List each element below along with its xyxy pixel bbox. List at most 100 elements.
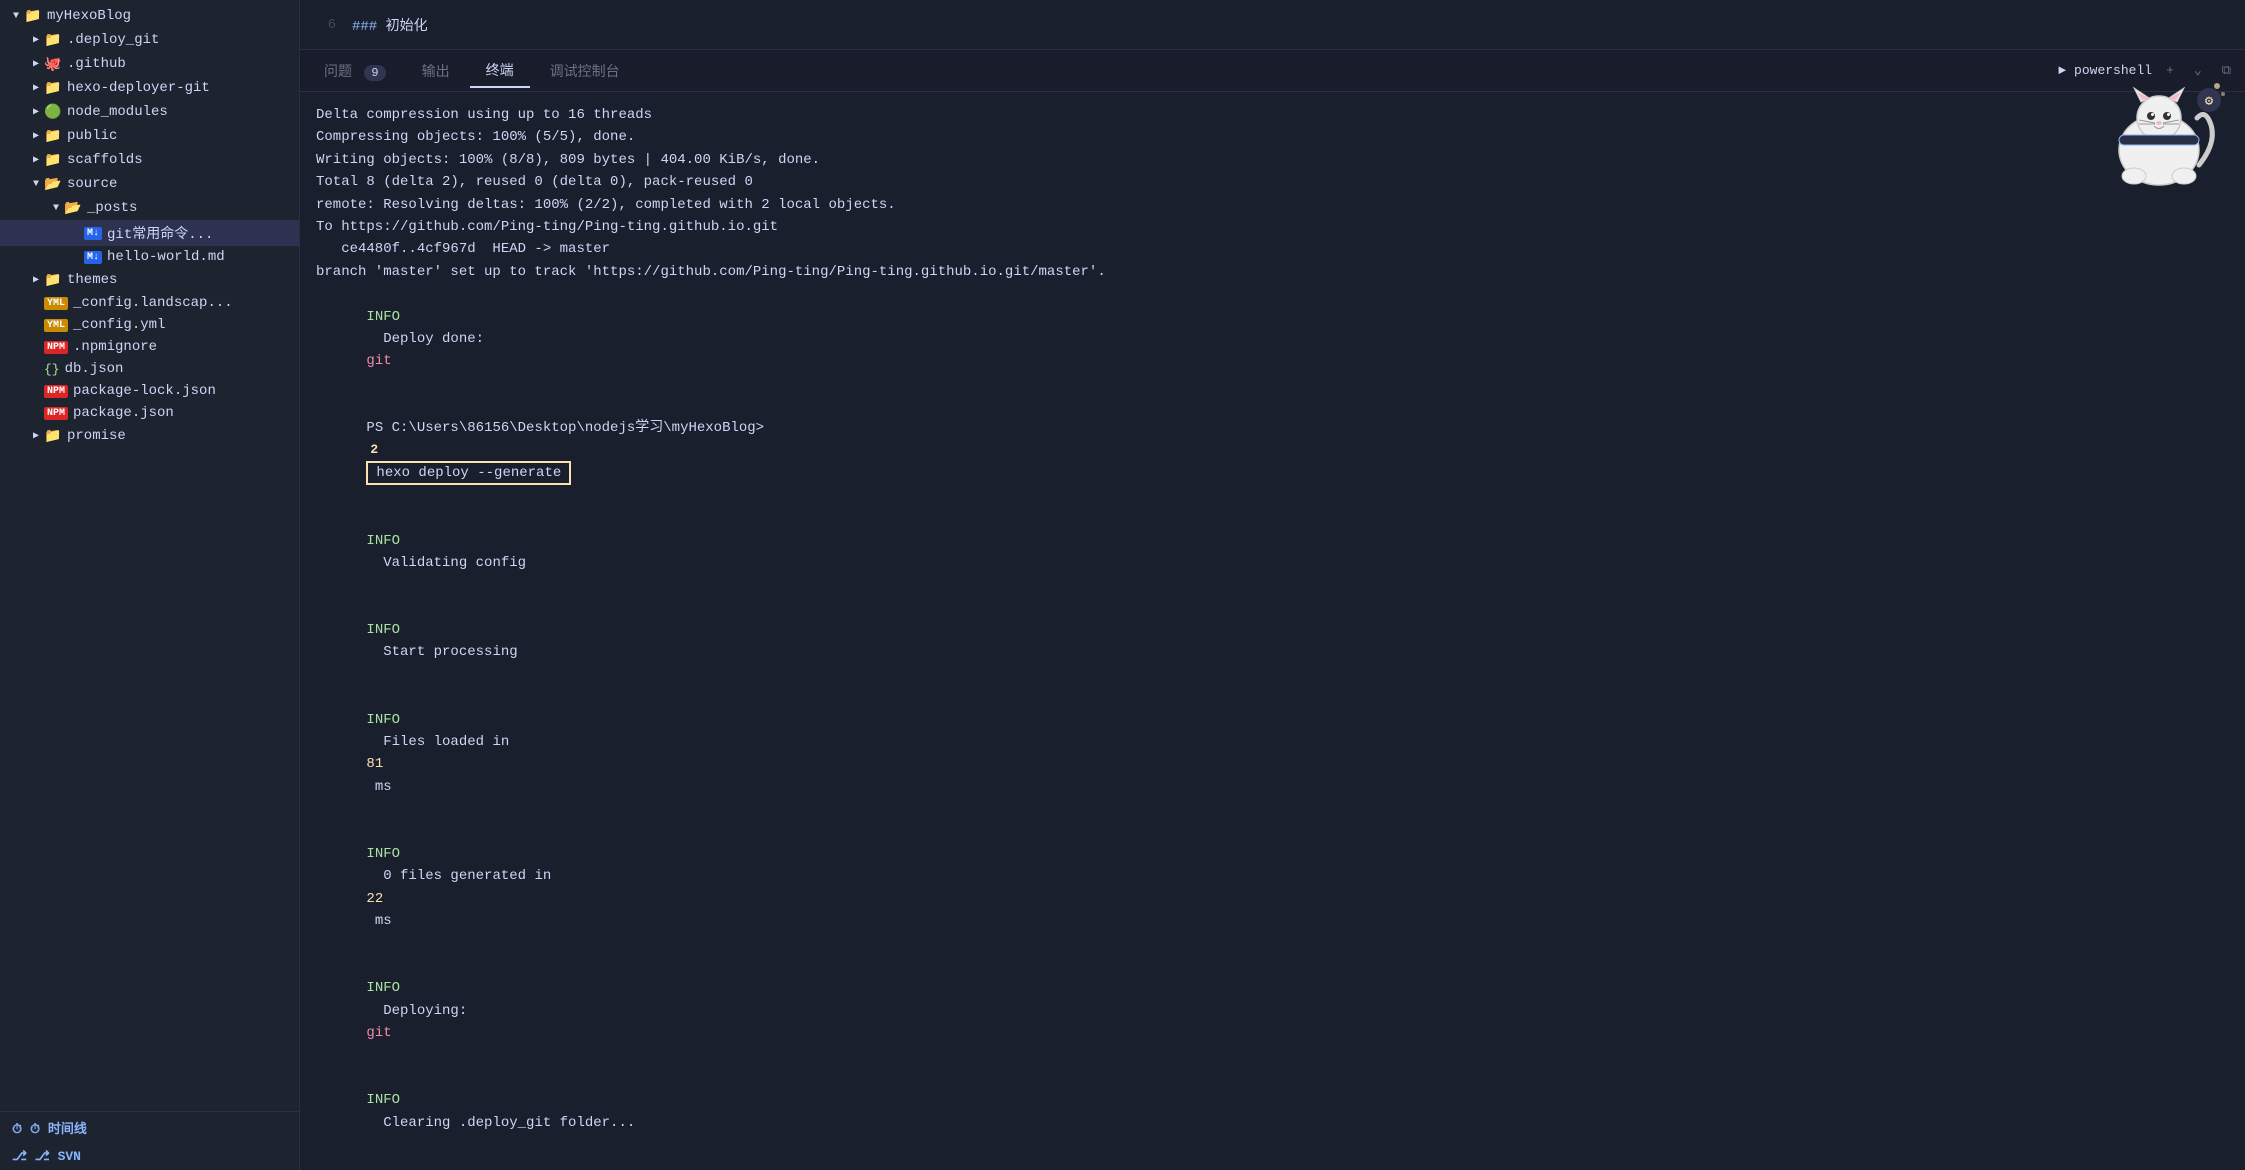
- chevron-right-icon: [28, 80, 44, 96]
- folder-icon: 🐙: [44, 55, 62, 73]
- terminal-dropdown-button[interactable]: ⌄: [2188, 61, 2208, 80]
- tab-debug-console[interactable]: 调试控制台: [534, 55, 636, 87]
- db-json-label: db.json: [65, 361, 124, 377]
- sidebar-item-config-yml[interactable]: YML _config.yml: [0, 314, 299, 336]
- chevron-down-icon: [8, 8, 24, 24]
- terminal-line-13: INFO Files loaded in 81 ms: [316, 686, 2229, 820]
- scaffolds-label: scaffolds: [67, 152, 143, 168]
- terminal-line-17: INFO Copying files from public folder...: [316, 1156, 2229, 1170]
- hello-world-label: hello-world.md: [107, 249, 225, 265]
- public-label: public: [67, 128, 117, 144]
- sidebar-item-deploy-git[interactable]: 📁 .deploy_git: [0, 28, 299, 52]
- npm-file-icon: NPM: [44, 407, 68, 420]
- sidebar-item-db-json[interactable]: {} db.json: [0, 358, 299, 380]
- terminal-output[interactable]: Delta compression using up to 16 threads…: [300, 92, 2245, 1170]
- sidebar-item-hello-world[interactable]: M↓ hello-world.md: [0, 246, 299, 268]
- terminal-shell-label: powershell: [2074, 63, 2152, 78]
- sidebar-item-package-lock[interactable]: NPM package-lock.json: [0, 380, 299, 402]
- config-landscap-label: _config.landscap...: [73, 295, 233, 311]
- chevron-right-icon: [28, 152, 44, 168]
- tab-output[interactable]: 输出: [406, 55, 466, 87]
- add-terminal-button[interactable]: +: [2160, 61, 2180, 80]
- sidebar-item-promise[interactable]: 📁 promise: [0, 424, 299, 448]
- ps-prompt-1: PS C:\Users\86156\Desktop\nodejs学习\myHex…: [366, 420, 764, 436]
- editor-line-content: ### 初始化: [352, 15, 428, 35]
- sidebar-item-node-modules[interactable]: 🟢 node_modules: [0, 100, 299, 124]
- json-braces-icon: {}: [44, 362, 60, 377]
- main-panel: 6 ### 初始化 问题 9 输出 终端 调试控制台 ► powershell …: [300, 0, 2245, 1170]
- folder-icon: 📁: [44, 31, 62, 49]
- github-label: .github: [67, 56, 126, 72]
- sidebar-item-scaffolds[interactable]: 📁 scaffolds: [0, 148, 299, 172]
- package-json-label: package.json: [73, 405, 174, 421]
- terminal-line-2: Compressing objects: 100% (5/5), done.: [316, 126, 2229, 148]
- sidebar-item-hexo-deployer[interactable]: 📁 hexo-deployer-git: [0, 76, 299, 100]
- terminal-line-10: PS C:\Users\86156\Desktop\nodejs学习\myHex…: [316, 395, 2229, 507]
- md-file-icon: M↓: [84, 227, 102, 240]
- themes-label: themes: [67, 272, 117, 288]
- sidebar-item-git-commands[interactable]: M↓ git常用命令...: [0, 220, 299, 246]
- terminal-line-11: INFO Validating config: [316, 507, 2229, 597]
- chevron-right-icon: [28, 272, 44, 288]
- folder-icon: 📁: [24, 7, 42, 25]
- node-modules-label: node_modules: [67, 104, 168, 120]
- md-file-icon: M↓: [84, 251, 102, 264]
- sidebar-root-folder[interactable]: 📁 myHexoBlog: [0, 4, 299, 28]
- sidebar-item-posts[interactable]: 📂 _posts: [0, 196, 299, 220]
- tab-terminal[interactable]: 终端: [470, 54, 530, 88]
- deploy-git-label: .deploy_git: [67, 32, 159, 48]
- folder-icon: 📂: [64, 199, 82, 217]
- chevron-right-icon: [28, 104, 44, 120]
- sidebar-item-github[interactable]: 🐙 .github: [0, 52, 299, 76]
- folder-icon: 📁: [44, 427, 62, 445]
- editor-line-number: 6: [316, 17, 336, 33]
- chevron-right-icon: [28, 32, 44, 48]
- split-terminal-button[interactable]: ⧉: [2216, 61, 2237, 80]
- folder-icon: 📁: [44, 271, 62, 289]
- sidebar-item-config-landscap[interactable]: YML _config.landscap...: [0, 292, 299, 314]
- posts-label: _posts: [87, 200, 137, 216]
- editor-heading-marker: ###: [352, 19, 377, 35]
- sidebar-item-package-json[interactable]: NPM package.json: [0, 402, 299, 424]
- package-lock-label: package-lock.json: [73, 383, 216, 399]
- sidebar-item-source[interactable]: 📂 source: [0, 172, 299, 196]
- sidebar-item-themes[interactable]: 📁 themes: [0, 268, 299, 292]
- sidebar-item-npmignore[interactable]: NPM .npmignore: [0, 336, 299, 358]
- terminal-line-6: To https://github.com/Ping-ting/Ping-tin…: [316, 216, 2229, 238]
- file-explorer: 📁 myHexoBlog 📁 .deploy_git 🐙 .github 📁 h…: [0, 0, 300, 1170]
- editor-heading-text: 初始化: [386, 19, 428, 35]
- config-yml-label: _config.yml: [73, 317, 165, 333]
- chevron-right-icon: [28, 56, 44, 72]
- editor-area: 6 ### 初始化: [300, 0, 2245, 50]
- folder-icon: 🟢: [44, 103, 62, 121]
- annotation-2-badge: 2: [370, 442, 378, 457]
- terminal-line-8: branch 'master' set up to track 'https:/…: [316, 261, 2229, 283]
- sidebar-item-public[interactable]: 📁 public: [0, 124, 299, 148]
- source-label: source: [67, 176, 117, 192]
- chevron-down-icon: [28, 176, 44, 192]
- tab-problems[interactable]: 问题 9: [308, 55, 402, 87]
- terminal-line-16: INFO Clearing .deploy_git folder...: [316, 1067, 2229, 1157]
- terminal-line-1: Delta compression using up to 16 threads: [316, 104, 2229, 126]
- promise-label: promise: [67, 428, 126, 444]
- npmignore-label: .npmignore: [73, 339, 157, 355]
- sidebar-svn[interactable]: ⎇ ⎇ SVN: [0, 1143, 299, 1170]
- folder-icon: 📁: [44, 79, 62, 97]
- terminal-line-5: remote: Resolving deltas: 100% (2/2), co…: [316, 194, 2229, 216]
- terminal-line-7: ce4480f..4cf967d HEAD -> master: [316, 238, 2229, 260]
- terminal-line-14: INFO 0 files generated in 22 ms: [316, 821, 2229, 955]
- terminal-tab-bar: 问题 9 输出 终端 调试控制台 ► powershell + ⌄ ⧉: [300, 50, 2245, 92]
- hexo-deployer-label: hexo-deployer-git: [67, 80, 210, 96]
- npm-file-icon: NPM: [44, 341, 68, 354]
- problems-badge: 9: [364, 65, 385, 81]
- chevron-right-icon: [28, 128, 44, 144]
- terminal-line-12: INFO Start processing: [316, 597, 2229, 687]
- chevron-right-icon: [28, 428, 44, 444]
- git-commands-label: git常用命令...: [107, 223, 213, 243]
- sidebar-bottom-section: ⏱ ⏱ 时间线 ⎇ ⎇ SVN: [0, 1111, 299, 1170]
- root-label: myHexoBlog: [47, 8, 131, 24]
- sidebar-timeline[interactable]: ⏱ ⏱ 时间线: [0, 1112, 299, 1143]
- terminal-line-15: INFO Deploying: git: [316, 955, 2229, 1067]
- terminal-icon: ►: [2058, 63, 2066, 78]
- terminal-line-4: Total 8 (delta 2), reused 0 (delta 0), p…: [316, 171, 2229, 193]
